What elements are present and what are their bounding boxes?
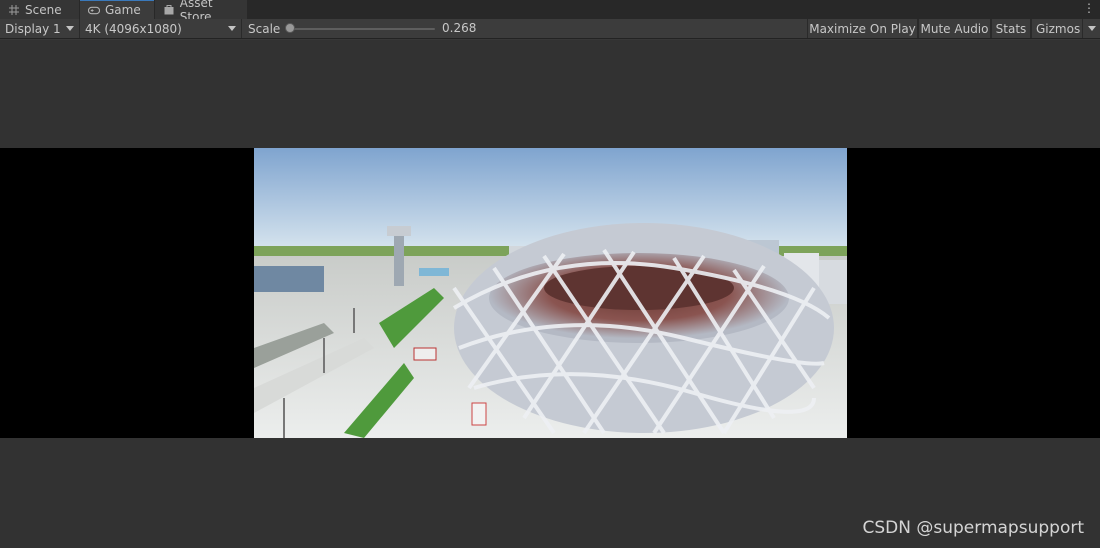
- chevron-down-icon: [228, 26, 236, 31]
- scale-value: 0.268: [442, 21, 477, 35]
- watermark-text: CSDN @supermapsupport: [862, 518, 1084, 538]
- tab-scene[interactable]: Scene: [0, 0, 79, 19]
- tab-game-label: Game: [105, 3, 141, 17]
- gizmos-toggle[interactable]: Gizmos: [1031, 19, 1083, 38]
- gamepad-icon: [88, 4, 100, 16]
- scale-slider-track[interactable]: [290, 28, 435, 30]
- tab-game[interactable]: Game: [80, 0, 154, 19]
- maximize-on-play-toggle[interactable]: Maximize On Play: [807, 19, 918, 38]
- stats-label: Stats: [995, 21, 1027, 36]
- window-tab-bar: Scene Game Asset Store ⋮: [0, 0, 1100, 24]
- resolution-dropdown[interactable]: 4K (4096x1080): [81, 19, 242, 38]
- kebab-menu-icon[interactable]: ⋮: [1083, 1, 1095, 15]
- game-viewport[interactable]: CSDN @supermapsupport: [0, 40, 1100, 548]
- mute-audio-label: Mute Audio: [920, 21, 989, 36]
- grid-icon: [8, 4, 20, 16]
- display-dropdown[interactable]: Display 1: [0, 19, 80, 38]
- mute-audio-toggle[interactable]: Mute Audio: [918, 19, 991, 38]
- scale-label: Scale: [248, 21, 281, 36]
- game-render-view[interactable]: [254, 148, 847, 438]
- chevron-down-icon: [66, 26, 74, 31]
- tab-asset-store[interactable]: Asset Store: [155, 0, 247, 24]
- gizmos-dropdown[interactable]: [1083, 19, 1100, 38]
- stadium-scene-image: [254, 148, 847, 438]
- maximize-on-play-label: Maximize On Play: [809, 21, 916, 36]
- store-bag-icon: [163, 4, 175, 16]
- gizmos-label: Gizmos: [1036, 21, 1081, 36]
- scale-slider-handle[interactable]: [285, 23, 295, 33]
- scale-control: Scale 0.268: [243, 19, 807, 38]
- stats-toggle[interactable]: Stats: [991, 19, 1031, 38]
- resolution-dropdown-label: 4K (4096x1080): [85, 21, 182, 36]
- chevron-down-icon: [1088, 26, 1096, 31]
- display-dropdown-label: Display 1: [5, 21, 61, 36]
- tab-scene-label: Scene: [25, 2, 62, 17]
- game-view-toolbar: Display 1 4K (4096x1080) Scale 0.268 Max…: [0, 19, 1100, 39]
